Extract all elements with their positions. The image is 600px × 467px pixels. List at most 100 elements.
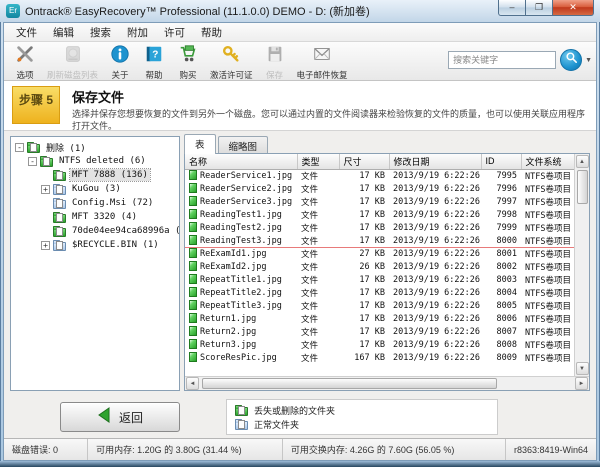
step-description: 选择并保存您想要恢复的文件到另外一个磁盘。您可以通过内置的文件阅读器来检验恢复的… [72, 108, 588, 130]
file-name: Return2.jpg [200, 327, 256, 337]
file-id: 8005 [481, 299, 521, 312]
file-icon [189, 261, 197, 271]
status-build-version: r8363:8419-Win64 [506, 439, 596, 460]
minimize-button[interactable]: – [498, 0, 526, 16]
scroll-up-icon[interactable]: ▲ [576, 155, 589, 168]
file-icon [189, 326, 197, 336]
maximize-button[interactable]: ❐ [526, 0, 552, 16]
column-header-name[interactable]: 名称 [185, 154, 297, 169]
file-size: 26 KB [339, 260, 389, 273]
tab-table-view[interactable]: 表 [184, 134, 216, 154]
horizontal-scrollbar[interactable]: ◄ ► [185, 376, 589, 390]
tree-item[interactable]: MFT 7888 (136) [11, 168, 179, 182]
back-arrow-icon [97, 407, 111, 428]
file-type: 文件 [297, 195, 339, 208]
menu-edit[interactable]: 编辑 [45, 23, 82, 42]
file-name: ReaderService2.jpg [200, 184, 292, 194]
menu-file[interactable]: 文件 [8, 23, 45, 42]
file-size: 167 KB [339, 351, 389, 364]
close-button[interactable]: ✕ [552, 0, 594, 16]
tree-expander-icon[interactable] [28, 157, 37, 166]
scroll-left-icon[interactable]: ◄ [186, 377, 199, 390]
scroll-right-icon[interactable]: ► [575, 377, 588, 390]
folder-icon [53, 186, 66, 195]
file-id: 7999 [481, 221, 521, 234]
tree-item[interactable]: 70de04ee94ca68996a (3) [11, 224, 179, 238]
tree-expander-icon[interactable] [41, 241, 50, 250]
file-name: ReadingTest2.jpg [200, 223, 282, 233]
scroll-down-icon[interactable]: ▼ [576, 362, 589, 375]
column-header-filesystem[interactable]: 文件系统 [521, 154, 574, 169]
file-date: 2013/9/19 6:22:26 [389, 208, 481, 221]
column-header-type[interactable]: 类型 [297, 154, 339, 169]
tree-item-label: KuGou (3) [70, 183, 123, 195]
file-type: 文件 [297, 169, 339, 182]
folder-icon [40, 158, 53, 167]
table-row[interactable]: Return2.jpg 文件 17 KB 2013/9/19 6:22:26 8… [185, 325, 574, 338]
help-button[interactable]: ? 帮助 [137, 43, 171, 82]
app-window: Er Ontrack® EasyRecovery™ Professional (… [0, 0, 600, 467]
legend-item: 正常文件夹 [235, 417, 489, 431]
horizontal-scroll-thumb[interactable] [202, 378, 497, 389]
options-button[interactable]: 选项 [8, 43, 42, 82]
legend-folder-icon [235, 421, 248, 430]
about-button[interactable]: 关于 [103, 43, 137, 82]
tree-item[interactable]: MFT 3320 (4) [11, 210, 179, 224]
table-row[interactable]: ReExamId2.jpg 文件 26 KB 2013/9/19 6:22:26… [185, 260, 574, 273]
table-row[interactable]: ReaderService2.jpg 文件 17 KB 2013/9/19 6:… [185, 182, 574, 195]
view-tabs: 表 缩略图 [184, 136, 590, 153]
table-row[interactable]: RepeatTitle3.jpg 文件 17 KB 2013/9/19 6:22… [185, 299, 574, 312]
email-recovery-button[interactable]: 电子邮件恢复 [292, 43, 353, 82]
menu-extras[interactable]: 附加 [119, 23, 156, 42]
file-date: 2013/9/19 6:22:26 [389, 351, 481, 364]
menu-license[interactable]: 许可 [156, 23, 193, 42]
table-row[interactable]: ScoreResPic.jpg 文件 167 KB 2013/9/19 6:22… [185, 351, 574, 364]
column-header-date[interactable]: 修改日期 [389, 154, 481, 169]
file-size: 17 KB [339, 338, 389, 351]
column-header-size[interactable]: 尺寸 [339, 154, 389, 169]
tree-item[interactable]: KuGou (3) [11, 182, 179, 196]
search-input[interactable] [448, 51, 556, 69]
legend-label: 丢失或删除的文件夹 [254, 404, 335, 417]
table-row[interactable]: RepeatTitle2.jpg 文件 17 KB 2013/9/19 6:22… [185, 286, 574, 299]
tree-item[interactable]: $RECYCLE.BIN (1) [11, 238, 179, 252]
step-number-badge: 步骤 5 [12, 86, 60, 124]
tree-item[interactable]: Config.Msi (72) [11, 196, 179, 210]
search-dropdown-icon[interactable]: ▼ [585, 57, 592, 64]
column-header-id[interactable]: ID [481, 154, 521, 169]
save-button: 保存 [258, 43, 292, 82]
file-name: ReaderService1.jpg [200, 171, 292, 181]
menu-search[interactable]: 搜索 [82, 23, 119, 42]
tree-item[interactable]: NTFS deleted (6) [11, 154, 179, 168]
refresh-disk-list-button: 刷新磁盘列表 [42, 43, 103, 82]
table-row[interactable]: Return3.jpg 文件 17 KB 2013/9/19 6:22:26 8… [185, 338, 574, 351]
file-system: NTFS卷项目 [521, 234, 574, 247]
table-row[interactable]: ReExamId1.jpg 文件 27 KB 2013/9/19 6:22:26… [185, 247, 574, 260]
back-button[interactable]: 返回 [60, 402, 180, 432]
table-row[interactable]: ReadingTest3.jpg 文件 17 KB 2013/9/19 6:22… [185, 234, 574, 247]
tree-expander-icon[interactable] [41, 185, 50, 194]
file-size: 17 KB [339, 221, 389, 234]
file-name: Return3.jpg [200, 340, 256, 350]
table-row[interactable]: ReadingTest1.jpg 文件 17 KB 2013/9/19 6:22… [185, 208, 574, 221]
email-icon [312, 44, 332, 69]
window-title: Ontrack® EasyRecovery™ Professional (11.… [25, 3, 370, 19]
file-type: 文件 [297, 299, 339, 312]
tab-thumbnail-view[interactable]: 缩略图 [218, 136, 269, 154]
table-row[interactable]: ReadingTest2.jpg 文件 17 KB 2013/9/19 6:22… [185, 221, 574, 234]
activate-license-button[interactable]: 激活许可证 [205, 43, 258, 82]
table-row[interactable]: ReaderService3.jpg 文件 17 KB 2013/9/19 6:… [185, 195, 574, 208]
vertical-scrollbar[interactable]: ▲ ▼ [574, 154, 589, 376]
menu-help[interactable]: 帮助 [193, 23, 230, 42]
vertical-scroll-thumb[interactable] [577, 170, 588, 204]
search-button[interactable] [560, 49, 582, 71]
buy-button[interactable]: 购买 [171, 43, 205, 82]
file-size: 17 KB [339, 325, 389, 338]
window-bottom-border [0, 461, 600, 467]
table-row[interactable]: RepeatTitle1.jpg 文件 17 KB 2013/9/19 6:22… [185, 273, 574, 286]
table-row[interactable]: Return1.jpg 文件 17 KB 2013/9/19 6:22:26 8… [185, 312, 574, 325]
file-type: 文件 [297, 325, 339, 338]
tree-expander-icon[interactable] [15, 143, 24, 152]
tree-item[interactable]: 删除 (1) [11, 140, 179, 154]
table-row[interactable]: ReaderService1.jpg 文件 17 KB 2013/9/19 6:… [185, 169, 574, 182]
